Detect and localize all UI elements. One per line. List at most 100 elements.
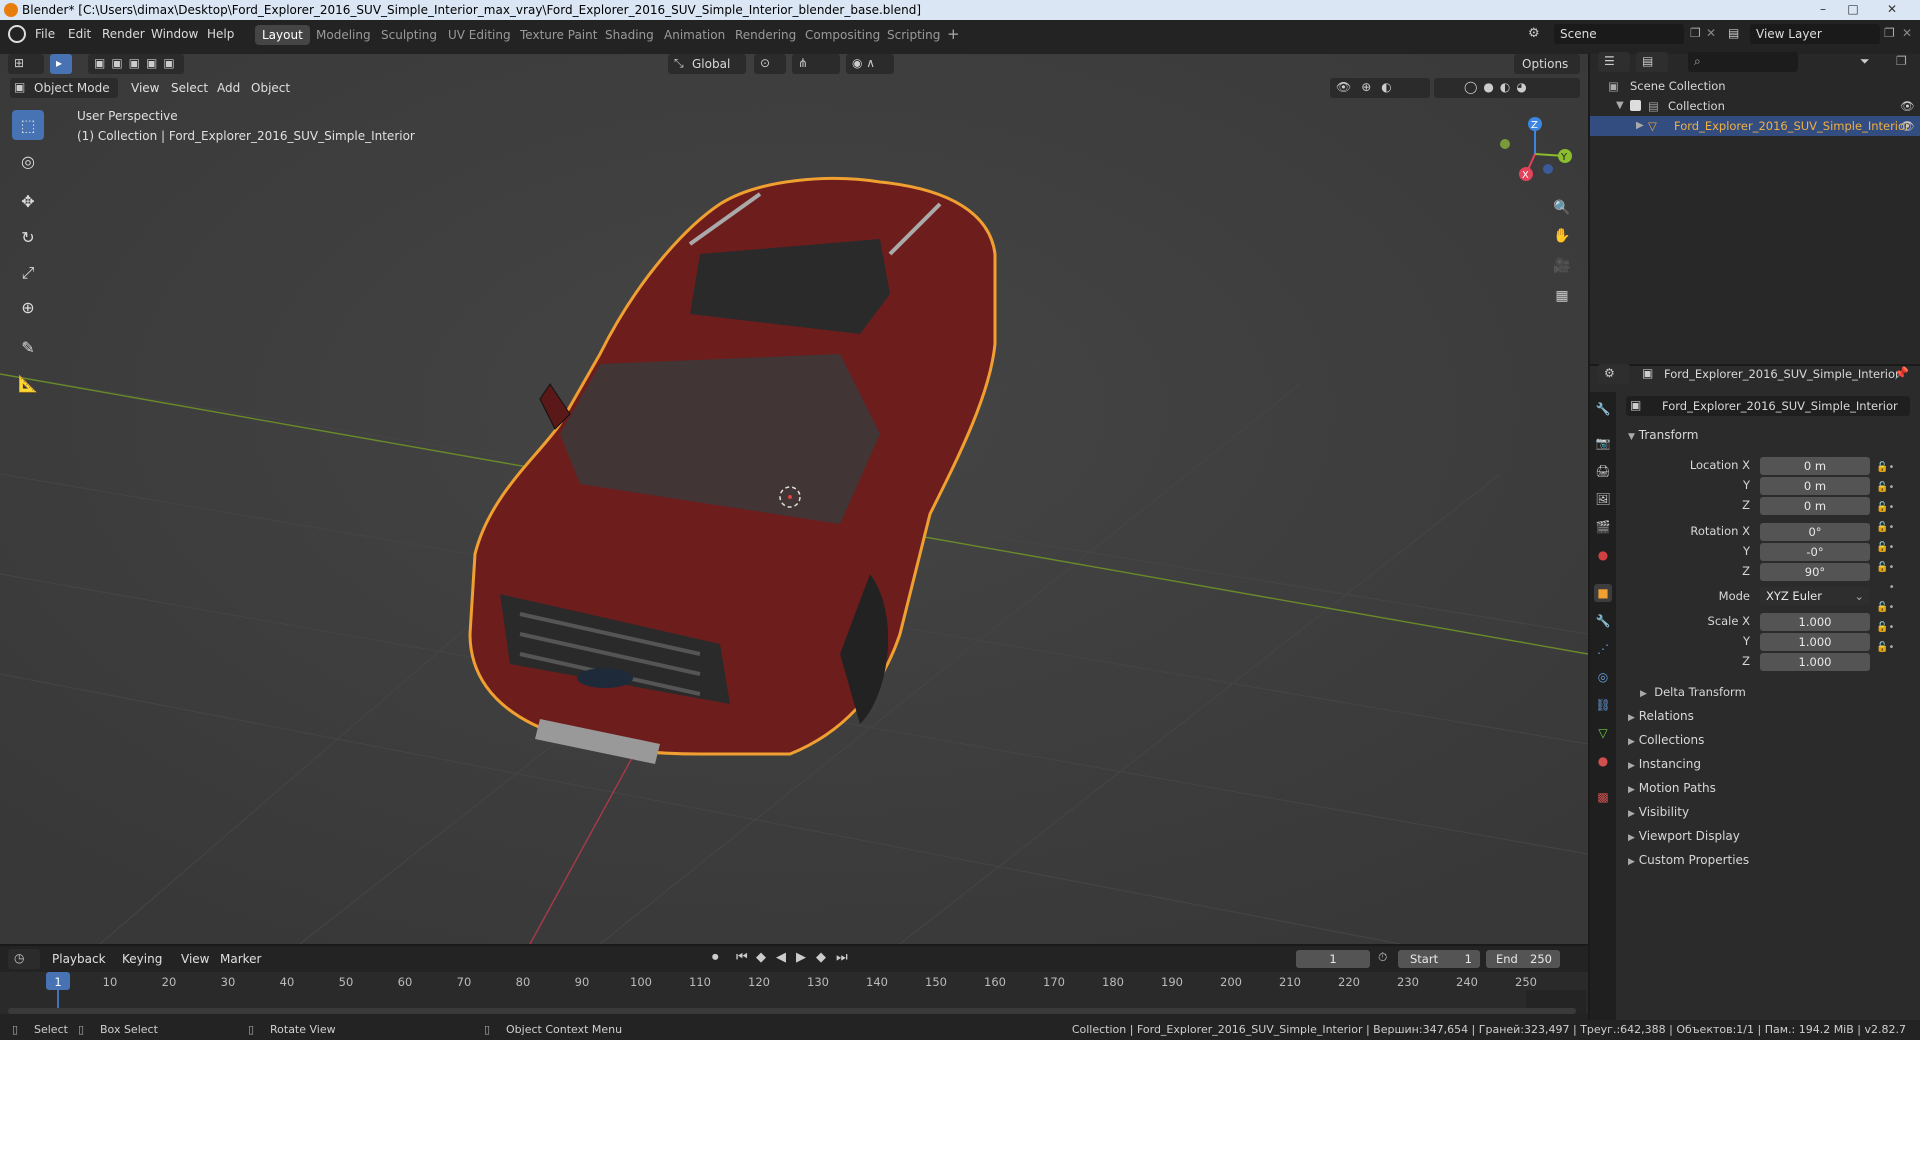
pan-hand-icon[interactable]: ✋	[1550, 224, 1574, 248]
rotation-y-field[interactable]: -0°	[1760, 543, 1870, 561]
close-button[interactable]: ✕	[1870, 0, 1914, 18]
outliner-search-input[interactable]: ⌕	[1688, 52, 1798, 72]
delta-transform-panel[interactable]: ▶ Delta Transform	[1640, 685, 1746, 699]
rotation-z-field[interactable]: 90°	[1760, 563, 1870, 581]
outliner-editor-type[interactable]: ☰	[1598, 52, 1630, 72]
menu-file[interactable]: File	[35, 27, 55, 41]
end-frame-field[interactable]: End 250	[1486, 950, 1560, 968]
tab-render-icon[interactable]: 📷	[1594, 434, 1612, 452]
remove-scene-icon[interactable]: ✕	[1706, 26, 1716, 40]
timeline-menu-playback[interactable]: Playback	[52, 952, 106, 966]
transform-orientation-dropdown[interactable]: ⤡ Global	[668, 54, 746, 74]
tab-rendering[interactable]: Rendering	[728, 25, 803, 45]
tab-modifier-icon[interactable]: 🔧	[1594, 612, 1612, 630]
scale-z-field[interactable]: 1.000	[1760, 653, 1870, 671]
select-mode-button[interactable]: ▸	[50, 54, 72, 74]
outliner-row-collection[interactable]: ▼ ▤ Collection 👁	[1590, 96, 1920, 116]
tool-annotate[interactable]: ✎	[12, 332, 44, 362]
tab-modeling[interactable]: Modeling	[309, 25, 378, 45]
tab-texture-icon[interactable]: ▩	[1594, 788, 1612, 806]
location-z-field[interactable]: 0 m	[1760, 497, 1870, 515]
menu-window[interactable]: Window	[151, 27, 198, 41]
visibility-gizmo-buttons[interactable]: 👁⊕◐	[1330, 78, 1430, 98]
blender-menu-icon[interactable]	[8, 25, 26, 43]
properties-editor-type[interactable]: ⚙	[1598, 364, 1630, 384]
scene-icon[interactable]: ⚙	[1528, 26, 1540, 41]
tool-transform[interactable]: ⊕	[12, 292, 44, 322]
menu-help[interactable]: Help	[207, 27, 234, 41]
location-x-field[interactable]: 0 m	[1760, 457, 1870, 475]
filter-icon[interactable]: ⏷	[1860, 54, 1870, 69]
new-view-layer-icon[interactable]: ❐	[1884, 26, 1895, 40]
expand-object-icon[interactable]: ▶	[1636, 116, 1644, 136]
viewport-menu-select[interactable]: Select	[171, 81, 208, 95]
outliner-row-object[interactable]: ▶ ▽ Ford_Explorer_2016_SUV_Simple_Interi…	[1590, 116, 1920, 136]
start-frame-field[interactable]: Start 1	[1398, 950, 1480, 968]
tab-output-icon[interactable]: 🖨	[1594, 462, 1612, 480]
prev-keyframe-icon[interactable]: ◆	[756, 950, 766, 965]
timeline-scrollbar[interactable]	[8, 1008, 1576, 1014]
maximize-button[interactable]: □	[1840, 0, 1866, 18]
next-keyframe-icon[interactable]: ◆	[816, 950, 826, 965]
tab-scene-icon[interactable]: 🎬	[1594, 518, 1612, 536]
snap-button[interactable]: ⋔	[792, 54, 840, 74]
tool-move[interactable]: ✥	[12, 186, 44, 216]
scene-selector[interactable]: Scene	[1554, 24, 1684, 44]
tool-measure[interactable]: 📐	[12, 368, 44, 398]
tab-object-icon[interactable]: ■	[1594, 584, 1612, 602]
menu-render[interactable]: Render	[102, 27, 145, 41]
selection-modes[interactable]: ▣▣▣▣▣	[88, 54, 184, 74]
menu-edit[interactable]: Edit	[68, 27, 91, 41]
tab-texture-paint[interactable]: Texture Paint	[513, 25, 604, 45]
proportional-edit-button[interactable]: ◉ ∧	[846, 54, 894, 74]
panel-visibility[interactable]: ▶ Visibility	[1628, 805, 1689, 819]
tab-compositing[interactable]: Compositing	[798, 25, 887, 45]
panel-relations[interactable]: ▶ Relations	[1628, 709, 1694, 723]
viewport-menu-add[interactable]: Add	[217, 81, 240, 95]
expand-icon[interactable]: ▼	[1616, 96, 1624, 116]
tab-material-icon[interactable]: ●	[1594, 752, 1612, 770]
tab-uv-editing[interactable]: UV Editing	[441, 25, 518, 45]
jump-end-icon[interactable]: ⏭	[836, 950, 848, 965]
timeline-menu-marker[interactable]: Marker	[220, 952, 261, 966]
play-reverse-icon[interactable]: ◀	[776, 950, 786, 965]
collection-checkbox[interactable]	[1630, 100, 1641, 111]
tool-select-box[interactable]: ⬚	[12, 110, 44, 140]
shading-buttons[interactable]: ◯●◐◕	[1434, 78, 1580, 98]
rotation-x-field[interactable]: 0°	[1760, 523, 1870, 541]
panel-viewport-display[interactable]: ▶ Viewport Display	[1628, 829, 1740, 843]
minimize-button[interactable]: –	[1810, 0, 1836, 18]
timeline-editor-type[interactable]: ◷	[8, 949, 40, 969]
viewport-menu-view[interactable]: View	[131, 81, 159, 95]
tab-sculpting[interactable]: Sculpting	[374, 25, 444, 45]
view-layer-icon[interactable]: ▤	[1728, 26, 1739, 40]
editor-type-button[interactable]: ⊞	[8, 54, 44, 74]
rotation-mode-dropdown[interactable]: XYZ Euler ⌄	[1760, 587, 1870, 605]
options-dropdown[interactable]: Options	[1514, 54, 1580, 74]
location-y-field[interactable]: 0 m	[1760, 477, 1870, 495]
panel-collections[interactable]: ▶ Collections	[1628, 733, 1704, 747]
tool-rotate[interactable]: ↻	[12, 222, 44, 252]
collection-visibility-icon[interactable]: 👁	[1900, 96, 1915, 116]
preview-range-icon[interactable]: ⏱	[1378, 950, 1387, 965]
display-mode-button[interactable]: ▤	[1636, 52, 1668, 72]
scale-x-field[interactable]: 1.000	[1760, 613, 1870, 631]
object-name-field[interactable]: ▣ Ford_Explorer_2016_SUV_Simple_Interior	[1626, 396, 1910, 416]
current-frame-field[interactable]: 1	[1296, 950, 1370, 968]
viewport-menu-object[interactable]: Object	[251, 81, 290, 95]
tab-world-icon[interactable]: ●	[1594, 546, 1612, 564]
jump-start-icon[interactable]: ⏮	[736, 950, 748, 965]
transform-panel-header[interactable]: ▼ Transform	[1628, 428, 1698, 442]
tab-particles-icon[interactable]: ⋰	[1594, 640, 1612, 658]
object-visibility-icon[interactable]: 👁	[1900, 116, 1915, 136]
tool-scale[interactable]: ⤢	[12, 258, 44, 288]
remove-view-layer-icon[interactable]: ✕	[1902, 26, 1912, 40]
mode-dropdown[interactable]: ▣ Object Mode	[10, 78, 118, 98]
camera-icon[interactable]: 🎥	[1550, 254, 1574, 278]
record-icon[interactable]: ⏺	[712, 950, 719, 965]
lock-icons[interactable]: 🔓• 🔓• 🔓• 🔓• 🔓• 🔓• • 🔓• 🔓• 🔓•	[1876, 458, 1906, 678]
tab-scripting[interactable]: Scripting	[880, 25, 947, 45]
pivot-button[interactable]: ⊙	[754, 54, 786, 74]
pin-icon[interactable]: 📌	[1894, 366, 1909, 380]
scale-y-field[interactable]: 1.000	[1760, 633, 1870, 651]
